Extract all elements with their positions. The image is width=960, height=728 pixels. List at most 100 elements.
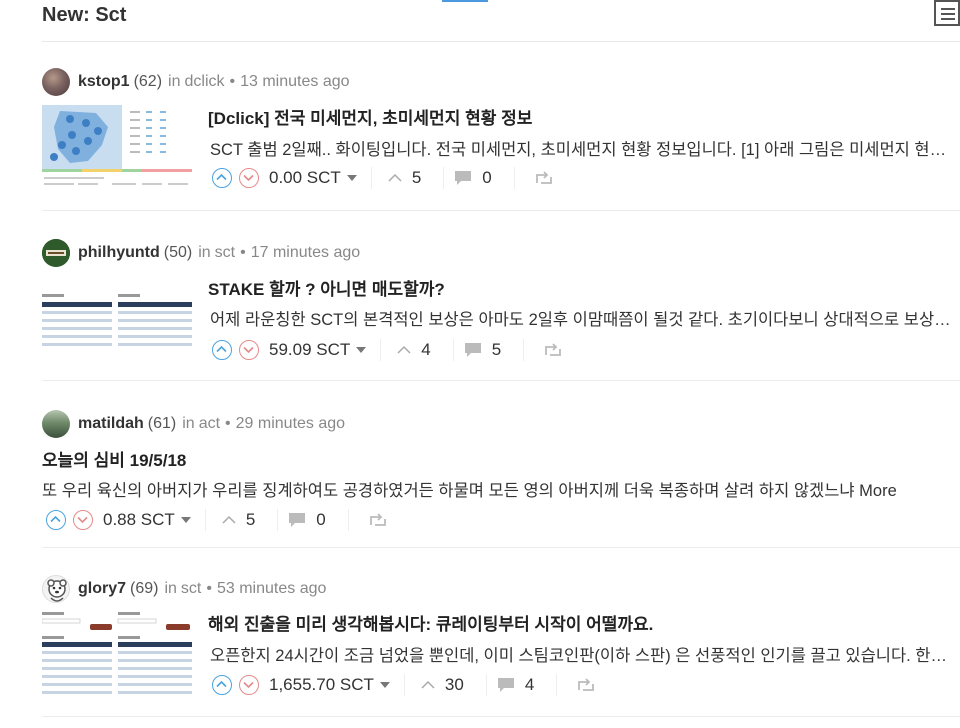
votes-count[interactable]: 30: [445, 675, 464, 695]
community-link[interactable]: dclick: [184, 73, 224, 91]
post-excerpt[interactable]: 어제 라운칭한 SCT의 본격적인 보상은 아마도 2일후 이맘때쯤이 될것 같…: [210, 306, 960, 330]
community-link[interactable]: sct: [215, 244, 235, 262]
comment-count[interactable]: 0: [316, 510, 325, 530]
comment-count[interactable]: 0: [482, 168, 491, 188]
footer-separator: [443, 167, 445, 189]
reblog-icon[interactable]: [369, 513, 387, 527]
footer-separator: [403, 674, 405, 696]
downvote-icon[interactable]: [239, 675, 259, 695]
avatar[interactable]: [42, 410, 70, 438]
page-header: New: Sct: [0, 0, 960, 42]
reblog-icon[interactable]: [544, 343, 562, 357]
upvote-icon[interactable]: [46, 510, 66, 530]
downvote-icon[interactable]: [239, 168, 259, 188]
post-time[interactable]: 53 minutes ago: [217, 580, 326, 598]
post-meta: philhyuntd (50) in sct • 17 minutes ago: [42, 239, 360, 267]
avatar[interactable]: [42, 575, 70, 603]
meta-separator: •: [225, 415, 231, 432]
payout-value[interactable]: 0.00 SCT: [269, 168, 341, 188]
comment-icon[interactable]: [497, 677, 515, 693]
post-meta: glory7 (69) in sct • 53 minutes ago: [42, 575, 326, 603]
layout-list-icon[interactable]: [934, 0, 960, 26]
in-label: in: [168, 73, 181, 90]
payout-value[interactable]: 59.09 SCT: [269, 340, 350, 360]
footer-separator: [485, 674, 487, 696]
footer-separator: [370, 167, 372, 189]
author-reputation: (50): [163, 244, 193, 261]
downvote-icon[interactable]: [239, 340, 259, 360]
footer-separator: [513, 167, 515, 189]
comment-count[interactable]: 4: [525, 675, 534, 695]
dropdown-caret-icon[interactable]: [356, 347, 367, 353]
reblog-icon[interactable]: [535, 171, 553, 185]
post-thumbnail[interactable]: [42, 105, 192, 193]
footer-separator: [204, 509, 206, 531]
author-reputation: (69): [130, 580, 159, 597]
in-label: in: [164, 580, 177, 597]
post-excerpt[interactable]: 오픈한지 24시간이 조금 넘었을 뿐인데, 이미 스팀코인판(이하 스판) 은…: [210, 642, 950, 666]
footer-separator: [452, 339, 454, 361]
votes-chevron-icon[interactable]: [222, 515, 236, 525]
author-name[interactable]: philhyuntd: [78, 244, 160, 262]
post-divider: [42, 716, 960, 717]
footer-separator: [380, 339, 382, 361]
post-title[interactable]: 해외 진출을 미리 생각해봅시다: 큐레이팅부터 시작이 어떨까요.: [208, 610, 653, 635]
votes-count[interactable]: 5: [412, 168, 421, 188]
votes-chevron-icon[interactable]: [397, 345, 411, 355]
dropdown-caret-icon[interactable]: [180, 517, 191, 523]
in-label: in: [198, 244, 211, 261]
comment-count[interactable]: 5: [492, 340, 501, 360]
votes-chevron-icon[interactable]: [388, 173, 402, 183]
dropdown-caret-icon[interactable]: [346, 175, 357, 181]
reblog-icon[interactable]: [577, 678, 595, 692]
comment-icon[interactable]: [464, 342, 482, 358]
post-thumbnail[interactable]: [42, 610, 192, 698]
page-title: New: Sct: [42, 4, 127, 26]
community-link[interactable]: act: [199, 415, 220, 433]
votes-chevron-icon[interactable]: [421, 680, 435, 690]
votes-count[interactable]: 5: [246, 510, 255, 530]
upvote-icon[interactable]: [212, 675, 232, 695]
meta-separator: •: [206, 580, 212, 597]
footer-separator: [556, 674, 558, 696]
upvote-icon[interactable]: [212, 340, 232, 360]
community-link[interactable]: sct: [181, 580, 201, 598]
post-divider: [42, 210, 960, 211]
author-name[interactable]: glory7: [78, 580, 126, 598]
author-reputation: (62): [133, 73, 163, 90]
in-label: in: [182, 415, 195, 432]
author-name[interactable]: kstop1: [78, 73, 130, 91]
votes-count[interactable]: 4: [421, 340, 430, 360]
post-thumbnail[interactable]: [42, 290, 192, 354]
post-title[interactable]: [Dclick] 전국 미세먼지, 초미세먼지 현황 정보: [208, 104, 532, 129]
post-meta: kstop1 (62) in dclick • 13 minutes ago: [42, 68, 350, 96]
post-excerpt[interactable]: 또 우리 육신의 아버지가 우리를 징계하여도 공경하였거든 하물며 모든 영의…: [42, 477, 960, 501]
upvote-icon[interactable]: [212, 168, 232, 188]
payout-value[interactable]: 0.88 SCT: [103, 510, 175, 530]
post-title[interactable]: STAKE 할까 ? 아니면 매도할까?: [208, 275, 445, 300]
active-tab-indicator: [442, 0, 488, 2]
avatar[interactable]: [42, 68, 70, 96]
post-time[interactable]: 29 minutes ago: [236, 415, 345, 433]
post-footer: 0.00 SCT 5 0: [212, 165, 553, 191]
post-time[interactable]: 17 minutes ago: [251, 244, 360, 262]
post-footer: 0.88 SCT 5 0: [46, 507, 387, 533]
dropdown-caret-icon[interactable]: [379, 682, 390, 688]
post-item: matildah (61) in act • 29 minutes ago 오늘…: [42, 382, 960, 548]
post-divider: [42, 380, 960, 381]
post-footer: 59.09 SCT 4 5: [212, 337, 562, 363]
post-footer: 1,655.70 SCT 30 4: [212, 672, 595, 698]
post-time[interactable]: 13 minutes ago: [240, 73, 349, 91]
post-title[interactable]: 오늘의 심비 19/5/18: [42, 446, 186, 471]
comment-icon[interactable]: [454, 170, 472, 186]
downvote-icon[interactable]: [73, 510, 93, 530]
payout-value[interactable]: 1,655.70 SCT: [269, 675, 374, 695]
footer-separator: [277, 509, 279, 531]
comment-icon[interactable]: [288, 512, 306, 528]
post-item: philhyuntd (50) in sct • 17 minutes ago …: [42, 212, 960, 382]
post-excerpt[interactable]: SCT 출범 2일째.. 화이팅입니다. 전국 미세먼지, 초미세먼지 현황 정…: [210, 136, 960, 160]
author-name[interactable]: matildah: [78, 415, 144, 433]
meta-separator: •: [240, 244, 246, 261]
post-meta: matildah (61) in act • 29 minutes ago: [42, 410, 345, 438]
avatar[interactable]: [42, 239, 70, 267]
